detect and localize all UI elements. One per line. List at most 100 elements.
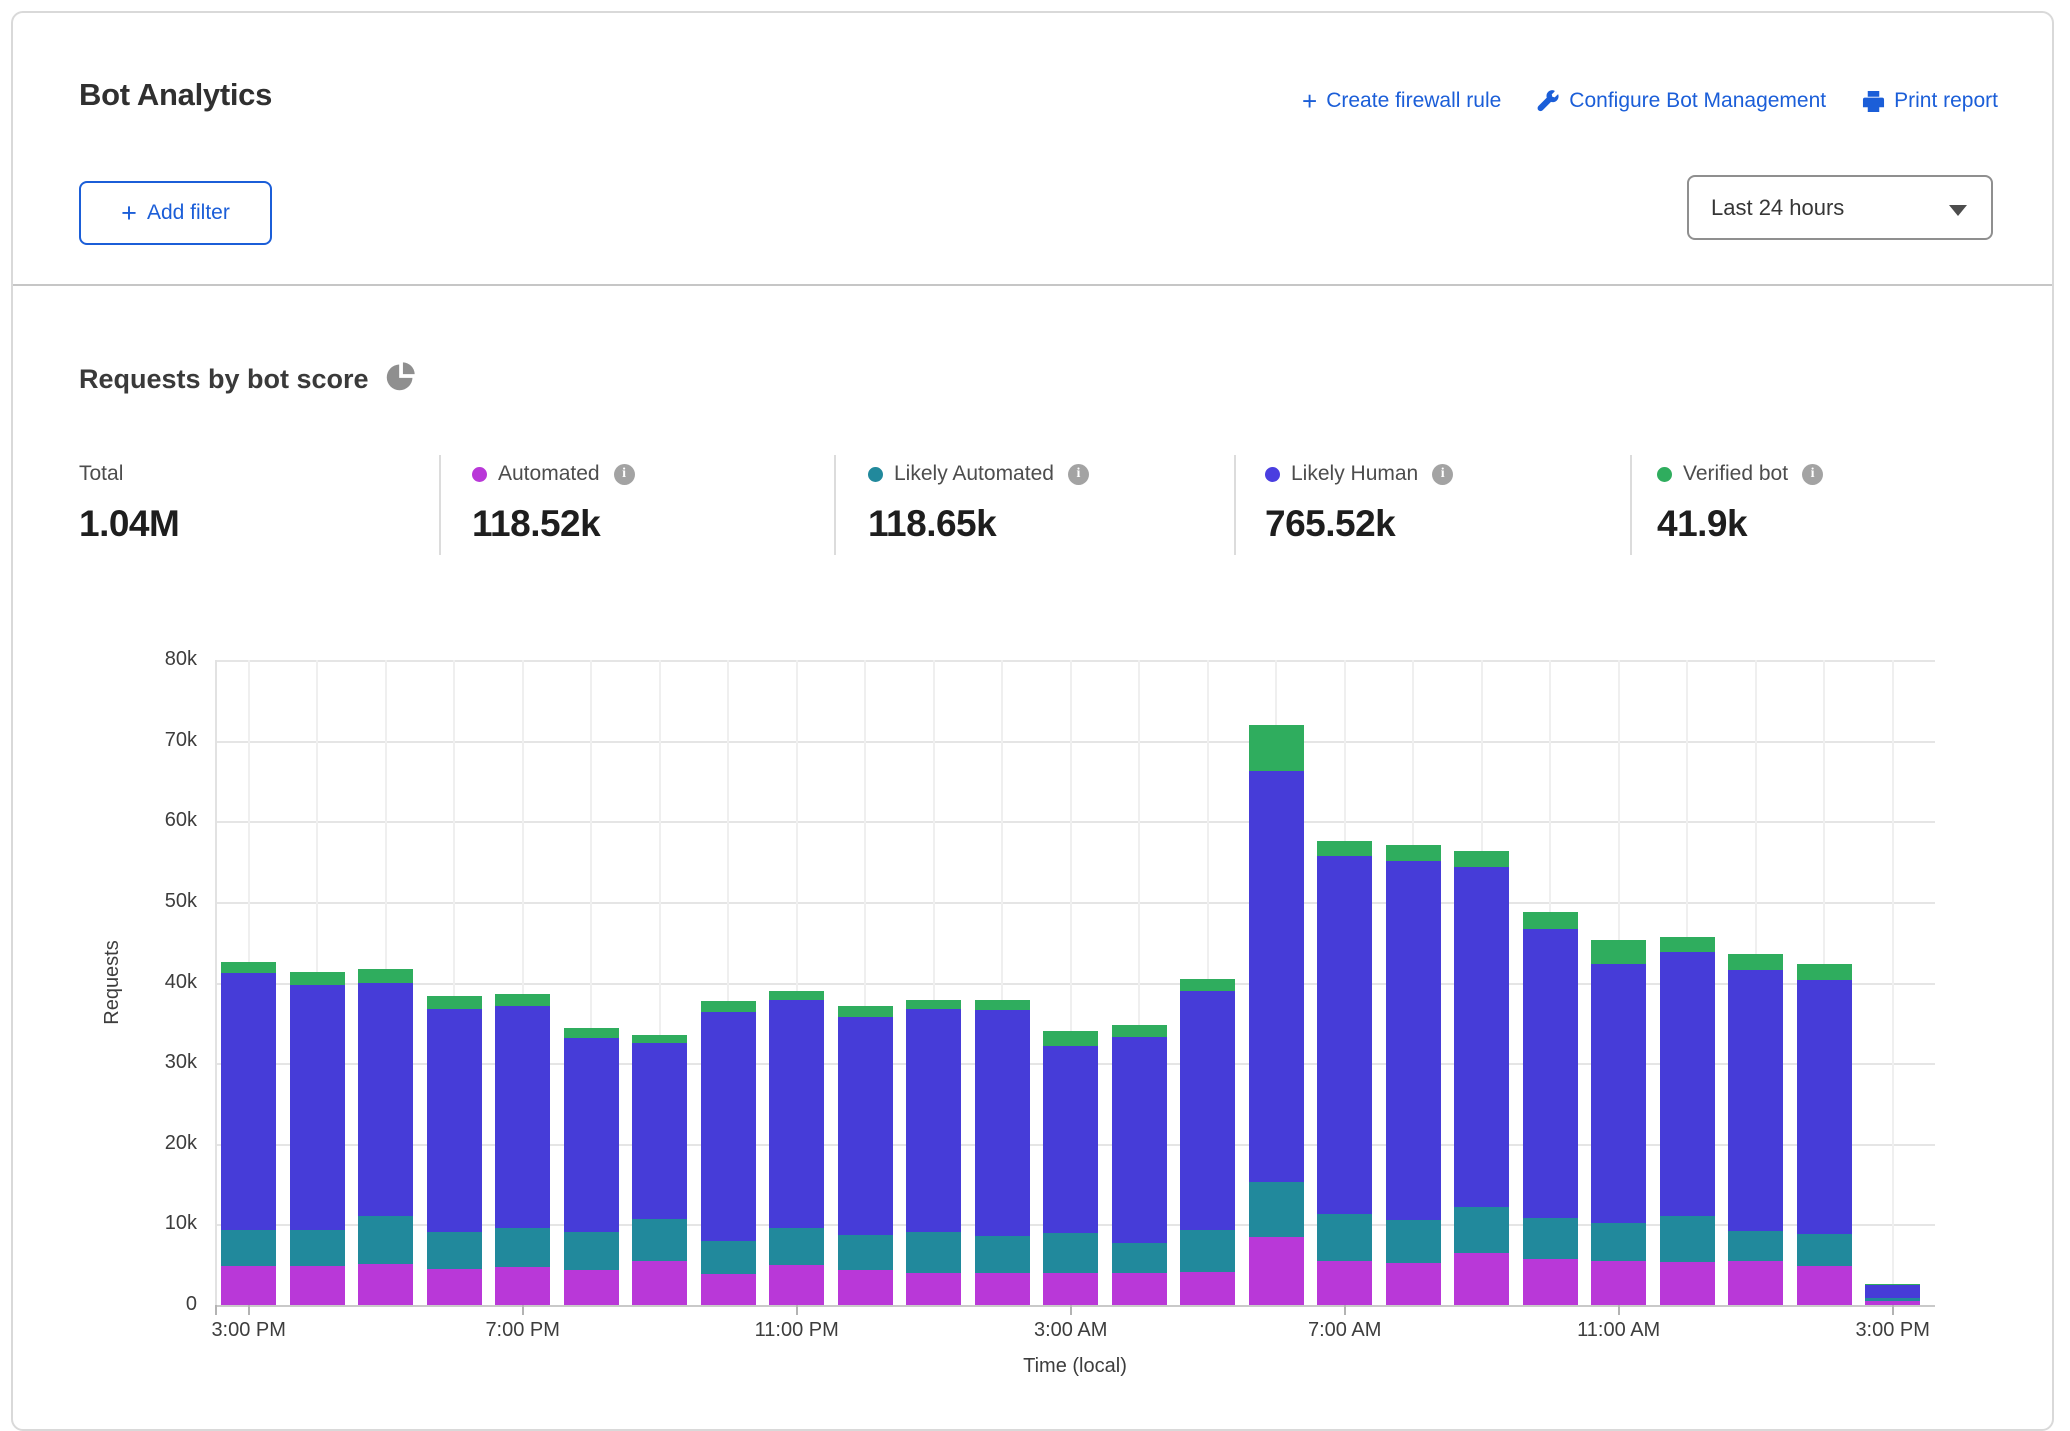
stacked-bar[interactable] xyxy=(1043,1031,1098,1305)
bar-segment-verified-bot xyxy=(701,1001,756,1011)
stacked-bar[interactable] xyxy=(427,996,482,1305)
stacked-bar[interactable] xyxy=(975,1000,1030,1305)
bar-segment-automated xyxy=(1591,1261,1646,1305)
stacked-bar[interactable] xyxy=(1454,851,1509,1305)
bar-segment-verified-bot xyxy=(221,962,276,973)
bar-segment-verified-bot xyxy=(1249,725,1304,772)
bar-segment-likely-automated xyxy=(495,1228,550,1267)
x-tick xyxy=(522,1305,524,1315)
stacked-bar[interactable] xyxy=(1386,845,1441,1305)
bar-segment-likely-automated xyxy=(1180,1230,1235,1272)
bar-segment-likely-human xyxy=(1728,970,1783,1231)
stacked-bar[interactable] xyxy=(701,1001,756,1305)
bar-segment-likely-human xyxy=(1865,1284,1920,1298)
x-tick-label: 11:00 AM xyxy=(1539,1319,1699,1342)
bar-segment-likely-automated xyxy=(564,1232,619,1270)
stacked-bar[interactable] xyxy=(1660,937,1715,1305)
y-gridline xyxy=(215,1305,1935,1307)
x-tick xyxy=(248,1305,250,1315)
bar-segment-automated xyxy=(1180,1272,1235,1305)
y-axis-line xyxy=(215,660,217,1305)
bar-segment-likely-automated xyxy=(221,1230,276,1266)
x-gridline xyxy=(1892,660,1894,1305)
y-tick-label: 0 xyxy=(127,1293,197,1316)
stacked-bar[interactable] xyxy=(1249,725,1304,1305)
bar-segment-likely-automated xyxy=(906,1232,961,1273)
bar-segment-likely-human xyxy=(1591,964,1646,1223)
stacked-bar[interactable] xyxy=(290,972,345,1305)
y-gridline xyxy=(215,902,1935,904)
bar-segment-verified-bot xyxy=(1728,954,1783,969)
bar-segment-automated xyxy=(358,1264,413,1305)
bar-segment-automated xyxy=(1454,1253,1509,1305)
bar-segment-automated xyxy=(1043,1273,1098,1305)
bar-segment-automated xyxy=(1523,1259,1578,1305)
bar-segment-automated xyxy=(1386,1263,1441,1305)
stacked-bar[interactable] xyxy=(1728,954,1783,1305)
bar-segment-likely-automated xyxy=(632,1219,687,1261)
bar-segment-likely-human xyxy=(221,973,276,1230)
bar-segment-automated xyxy=(838,1270,893,1305)
bar-segment-likely-human xyxy=(769,1000,824,1227)
stacked-bar[interactable] xyxy=(838,1006,893,1305)
bar-segment-likely-human xyxy=(1112,1037,1167,1243)
stacked-bar[interactable] xyxy=(769,991,824,1305)
bar-segment-verified-bot xyxy=(1386,845,1441,861)
bar-segment-verified-bot xyxy=(564,1028,619,1038)
bar-segment-likely-automated xyxy=(1797,1234,1852,1266)
bar-segment-likely-automated xyxy=(838,1235,893,1270)
stacked-bar[interactable] xyxy=(1591,940,1646,1305)
bar-segment-verified-bot xyxy=(838,1006,893,1017)
stacked-bar[interactable] xyxy=(1180,979,1235,1305)
bar-segment-likely-human xyxy=(1523,929,1578,1218)
bar-segment-verified-bot xyxy=(290,972,345,985)
x-tick-label: 7:00 PM xyxy=(443,1319,603,1342)
stacked-bar[interactable] xyxy=(1112,1025,1167,1305)
y-tick-label: 40k xyxy=(127,971,197,994)
bar-segment-verified-bot xyxy=(495,994,550,1006)
bar-segment-verified-bot xyxy=(427,996,482,1009)
stacked-bar[interactable] xyxy=(564,1028,619,1305)
bar-segment-verified-bot xyxy=(1660,937,1715,952)
y-tick-label: 20k xyxy=(127,1132,197,1155)
stacked-bar[interactable] xyxy=(1797,964,1852,1305)
bar-segment-likely-automated xyxy=(1386,1220,1441,1263)
bar-segment-automated xyxy=(701,1274,756,1305)
bar-segment-likely-human xyxy=(495,1006,550,1228)
x-tick xyxy=(1070,1305,1072,1315)
bar-segment-likely-automated xyxy=(1317,1214,1372,1261)
stacked-bar[interactable] xyxy=(495,994,550,1305)
bar-segment-likely-automated xyxy=(1591,1223,1646,1262)
stacked-bar[interactable] xyxy=(632,1035,687,1305)
y-gridline xyxy=(215,821,1935,823)
bar-segment-likely-human xyxy=(1180,991,1235,1230)
bar-segment-automated xyxy=(975,1273,1030,1305)
bar-segment-automated xyxy=(427,1269,482,1305)
bar-segment-likely-human xyxy=(427,1009,482,1231)
stacked-bar[interactable] xyxy=(1523,912,1578,1305)
bar-segment-verified-bot xyxy=(906,1000,961,1010)
bar-segment-likely-human xyxy=(1797,980,1852,1234)
bar-segment-automated xyxy=(1112,1273,1167,1305)
bar-segment-likely-human xyxy=(290,985,345,1230)
bar-segment-verified-bot xyxy=(1523,912,1578,928)
bar-segment-verified-bot xyxy=(975,1000,1030,1010)
stacked-bar[interactable] xyxy=(1865,1284,1920,1305)
x-tick-label: 3:00 PM xyxy=(169,1319,329,1342)
bar-segment-likely-automated xyxy=(290,1230,345,1265)
bar-segment-likely-human xyxy=(1249,771,1304,1181)
y-gridline xyxy=(215,660,1935,662)
bar-segment-automated xyxy=(1249,1237,1304,1305)
stacked-bar[interactable] xyxy=(1317,841,1372,1305)
stacked-bar[interactable] xyxy=(358,969,413,1305)
bar-segment-automated xyxy=(290,1266,345,1305)
x-tick-label: 3:00 PM xyxy=(1813,1319,1973,1342)
bar-segment-verified-bot xyxy=(1591,940,1646,964)
bar-segment-likely-automated xyxy=(1523,1218,1578,1259)
x-tick xyxy=(1344,1305,1346,1315)
x-tick-label: 11:00 PM xyxy=(717,1319,877,1342)
bar-segment-likely-human xyxy=(632,1043,687,1219)
stacked-bar[interactable] xyxy=(906,1000,961,1305)
x-tick xyxy=(796,1305,798,1315)
stacked-bar[interactable] xyxy=(221,962,276,1305)
